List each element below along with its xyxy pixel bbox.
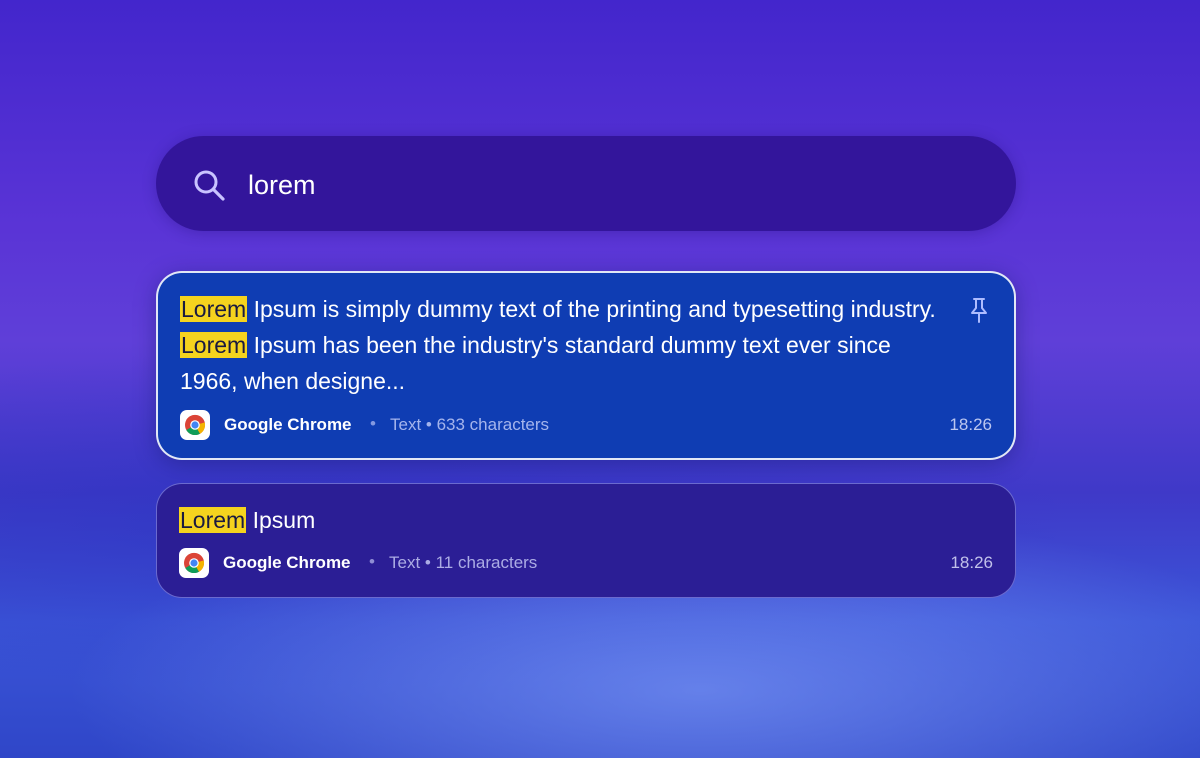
meta-info: Text • 11 characters: [389, 553, 538, 572]
match-highlight: Lorem: [179, 507, 247, 533]
snippet-text: Ipsum: [246, 507, 316, 533]
result-meta: Google Chrome • Text • 633 characters 18…: [180, 410, 992, 440]
match-highlight: Lorem: [180, 332, 248, 358]
result-meta: Google Chrome • Text • 11 characters 18:…: [179, 548, 993, 578]
snippet-text: Ipsum is simply dummy text of the printi…: [247, 296, 936, 322]
meta-info: Text • 633 characters: [390, 415, 550, 434]
result-snippet: Lorem Ipsum: [179, 502, 945, 538]
pin-icon[interactable]: [968, 297, 990, 323]
app-name: Google Chrome: [224, 415, 352, 434]
search-icon: [194, 170, 225, 201]
timestamp: 18:26: [949, 415, 992, 434]
chrome-icon: [180, 410, 210, 440]
timestamp: 18:26: [950, 553, 993, 572]
meta-separator: •: [369, 552, 375, 571]
match-highlight: Lorem: [180, 296, 248, 322]
search-input[interactable]: [246, 162, 970, 208]
result-snippet: Lorem Ipsum is simply dummy text of the …: [180, 291, 944, 399]
search-bar[interactable]: [156, 136, 1016, 231]
app-name: Google Chrome: [223, 553, 351, 572]
chrome-icon: [179, 548, 209, 578]
result-card-2[interactable]: Lorem Ipsum Google Chrome • Text • 11 ch…: [156, 483, 1016, 598]
snippet-text: Ipsum has been the industry's standard d…: [180, 332, 891, 394]
meta-separator: •: [370, 414, 376, 433]
result-card-1[interactable]: Lorem Ipsum is simply dummy text of the …: [156, 271, 1016, 460]
